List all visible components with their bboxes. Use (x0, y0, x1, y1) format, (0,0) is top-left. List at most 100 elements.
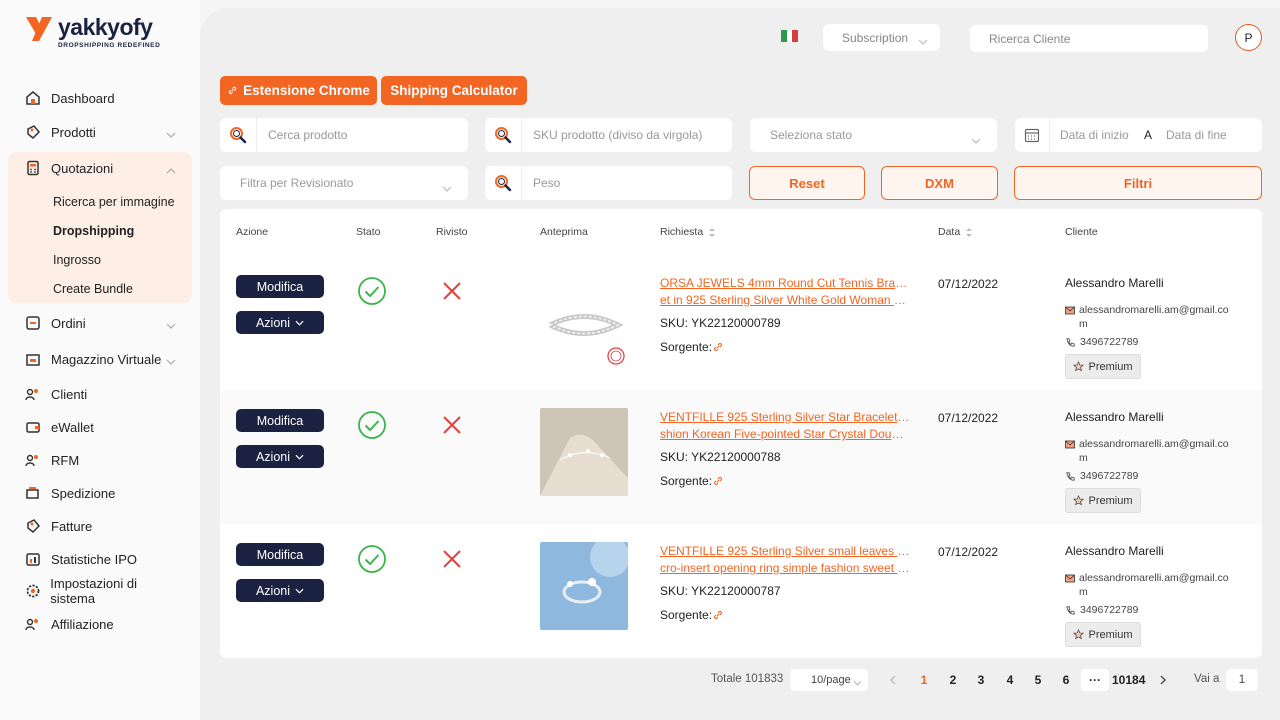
source-link[interactable]: Sorgente: (660, 608, 724, 622)
client-phone: 3496722789 (1065, 470, 1138, 482)
page-button[interactable]: 6 (1055, 669, 1077, 691)
reviewer-select[interactable]: Filtra per Revisionato (220, 166, 468, 200)
request-date: 07/12/2022 (938, 545, 999, 559)
italy-flag-icon[interactable] (781, 30, 799, 42)
table-row: Modifica Azioni ORSA JEWELS 4mm Round Cu… (220, 256, 1262, 390)
chevron-left-icon (889, 675, 895, 685)
edit-button[interactable]: Modifica (236, 275, 324, 298)
sku-search-input[interactable] (522, 128, 702, 142)
actions-dropdown[interactable]: Azioni (236, 445, 324, 468)
actions-dropdown[interactable]: Azioni (236, 311, 324, 334)
date-end-input[interactable]: Data di fine (1166, 128, 1227, 142)
request-link[interactable]: VENTFILLE 925 Sterling Silver small leav… (660, 543, 910, 577)
client-name: Alessandro Marelli (1065, 544, 1164, 558)
sidebar-item-label: Clienti (51, 386, 88, 402)
source-link[interactable]: Sorgente: (660, 340, 724, 354)
chrome-extension-button[interactable]: Estensione Chrome (220, 76, 377, 105)
sidebar-item-magazzino[interactable]: Magazzino Virtuale (24, 348, 180, 370)
col-richiesta[interactable]: Richiesta (660, 226, 716, 238)
sku-text: SKU: YK22120000789 (660, 316, 781, 330)
sidebar-item-dashboard[interactable]: Dashboard (24, 87, 180, 109)
gear-icon (24, 582, 41, 600)
sku-search-field[interactable] (485, 118, 732, 152)
product-preview-image[interactable] (540, 542, 628, 630)
brand-tagline: DROPSHIPPING REDEFINED (58, 42, 161, 49)
calendar-icon (1015, 118, 1050, 152)
reset-button[interactable]: Reset (749, 166, 865, 200)
sidebar-item-impostazioni[interactable]: Impostazioni di sistema (24, 576, 180, 606)
sidebar-item-fatture[interactable]: Fatture (24, 515, 180, 537)
premium-badge[interactable]: Premium (1065, 354, 1141, 379)
page-button-last[interactable]: 10184 (1112, 669, 1145, 691)
page-button[interactable]: 2 (942, 669, 964, 691)
page-button[interactable]: 5 (1027, 669, 1049, 691)
search-icon (220, 118, 257, 152)
avatar[interactable]: P (1235, 24, 1262, 51)
sidebar-item-label: Spedizione (51, 485, 116, 501)
client-search-input[interactable] (970, 25, 1208, 52)
table-row: Modifica Azioni VENTFILLE 925 Sterling S… (220, 390, 1262, 524)
page-button[interactable]: 4 (999, 669, 1021, 691)
invoice-icon (24, 517, 42, 535)
sidebar-item-prodotti[interactable]: Prodotti (24, 121, 180, 143)
chevron-down-icon (918, 34, 928, 48)
request-link[interactable]: VENTFILLE 925 Sterling Silver Star Brace… (660, 409, 910, 443)
status-check-icon (358, 411, 386, 439)
sidebar-item-statistiche[interactable]: Statistiche IPO (24, 548, 180, 570)
premium-badge[interactable]: Premium (1065, 488, 1141, 513)
sidebar-item-quotazioni[interactable]: Quotazioni (24, 157, 180, 179)
client-email: alessandromarelli.am@gmail.co m (1065, 303, 1245, 331)
mail-icon (1065, 306, 1075, 315)
client-phone: 3496722789 (1065, 336, 1138, 348)
sidebar-item-clienti[interactable]: Clienti (24, 383, 180, 405)
prev-page-button[interactable] (881, 669, 903, 691)
edit-button[interactable]: Modifica (236, 543, 324, 566)
sidebar-subitem-ricerca-immagine[interactable]: Ricerca per immagine (53, 195, 175, 209)
shipping-calculator-button[interactable]: Shipping Calculator (381, 76, 527, 105)
sidebar-item-label: Ordini (51, 315, 86, 331)
filter-button[interactable]: Filtri (1014, 166, 1262, 200)
dxm-button[interactable]: DXM (881, 166, 998, 200)
sidebar-item-label: Magazzino Virtuale (51, 351, 162, 367)
weight-input[interactable] (522, 176, 702, 190)
sidebar-item-rfm[interactable]: RFM (24, 449, 180, 471)
page-button[interactable]: 3 (970, 669, 992, 691)
request-link[interactable]: ORSA JEWELS 4mm Round Cut Tennis Bracel e… (660, 275, 910, 309)
warehouse-icon (24, 350, 42, 368)
sidebar-item-ewallet[interactable]: eWallet (24, 416, 180, 438)
weight-search-field[interactable] (485, 166, 732, 200)
search-icon (485, 118, 522, 152)
subscription-select[interactable]: Subscription (823, 24, 940, 51)
goto-page-input[interactable] (1226, 669, 1258, 691)
sidebar-subitem-dropshipping[interactable]: Dropshipping (53, 224, 134, 238)
client-email: alessandromarelli.am@gmail.co m (1065, 437, 1245, 465)
sidebar-item-ordini[interactable]: Ordini (24, 312, 180, 334)
page-ellipsis[interactable]: ··· (1081, 669, 1109, 691)
sidebar-subitem-ingrosso[interactable]: Ingrosso (53, 253, 101, 267)
page-size-select[interactable]: 10/page (790, 669, 868, 691)
link-icon (228, 86, 237, 95)
status-select[interactable]: Seleziona stato (750, 118, 997, 152)
sidebar-item-affiliazione[interactable]: Affiliazione (24, 613, 180, 635)
edit-button[interactable]: Modifica (236, 409, 324, 432)
table-row: Modifica Azioni VENTFILLE 925 Sterling S… (220, 524, 1262, 658)
star-icon (1073, 361, 1085, 372)
sidebar-item-spedizione[interactable]: Spedizione (24, 482, 180, 504)
sidebar-item-label: Statistiche IPO (51, 551, 137, 567)
reviewed-x-icon (443, 416, 461, 434)
mail-icon (1065, 440, 1075, 449)
logo[interactable]: yakkyofy DROPSHIPPING REDEFINED (24, 14, 160, 49)
date-start-input[interactable]: Data di inizio (1060, 128, 1144, 142)
col-data[interactable]: Data (938, 226, 973, 238)
date-range-picker[interactable]: Data di inizio A Data di fine (1015, 118, 1262, 152)
actions-dropdown[interactable]: Azioni (236, 579, 324, 602)
product-search-input[interactable] (257, 128, 437, 142)
source-link[interactable]: Sorgente: (660, 474, 724, 488)
next-page-button[interactable] (1152, 669, 1174, 691)
product-preview-image[interactable] (540, 280, 628, 368)
premium-badge[interactable]: Premium (1065, 622, 1141, 647)
page-button[interactable]: 1 (913, 669, 935, 691)
product-search-field[interactable] (220, 118, 468, 152)
product-preview-image[interactable] (540, 408, 628, 496)
sidebar-subitem-create-bundle[interactable]: Create Bundle (53, 282, 133, 296)
